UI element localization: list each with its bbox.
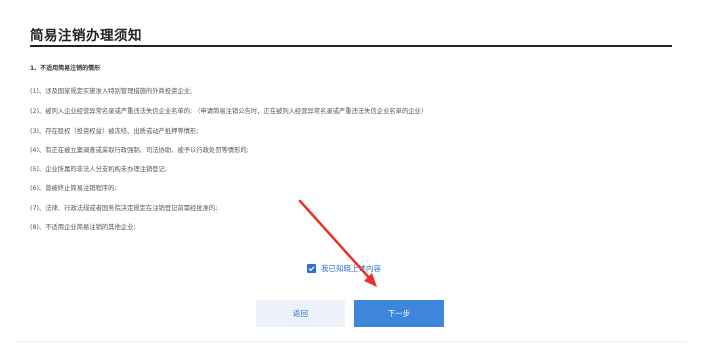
red-arrow-annotation bbox=[298, 199, 377, 287]
agree-label: 我已知晓上述内容 bbox=[321, 264, 381, 273]
agree-checkbox[interactable] bbox=[307, 264, 316, 273]
next-step-button[interactable]: 下一步 bbox=[354, 300, 444, 327]
page-title: 简易注销办理须知 bbox=[30, 28, 142, 44]
title-divider bbox=[30, 45, 672, 47]
rule-item: (5)、企业所属的非法人分支机构未办理注销登记; bbox=[30, 166, 167, 173]
rule-item: (2)、被列入企业经营异常名录或严重违法失信企业名单的; （申请简易注销公告时，… bbox=[30, 108, 428, 115]
rule-item: (7)、法律、行政法规或者国务院决定规定在注销登记前需经批准的; bbox=[30, 205, 218, 212]
footer-divider bbox=[16, 341, 686, 342]
section-heading: 1、不适用简易注销的情形 bbox=[30, 65, 101, 72]
back-button[interactable]: 返回 bbox=[256, 300, 345, 327]
rule-item: (8)、不适用企业简易注销的其他企业; bbox=[30, 224, 136, 231]
rule-item: (4)、有正在被立案调查或采取行政强制、司法协助、被予以行政处罚等情形的; bbox=[30, 147, 249, 154]
rule-item: (6)、曾被终止简易注销程序的; bbox=[30, 185, 117, 192]
rule-item: (1)、涉及国家规定实施准入特别管理措施的外商投资企业; bbox=[30, 88, 193, 95]
agree-checkbox-row[interactable]: 我已知晓上述内容 bbox=[307, 263, 381, 274]
checkmark-icon bbox=[308, 266, 315, 272]
rule-item: (3)、存在股权（投资权益）被冻结、出质或动产抵押等情形; bbox=[30, 128, 199, 135]
